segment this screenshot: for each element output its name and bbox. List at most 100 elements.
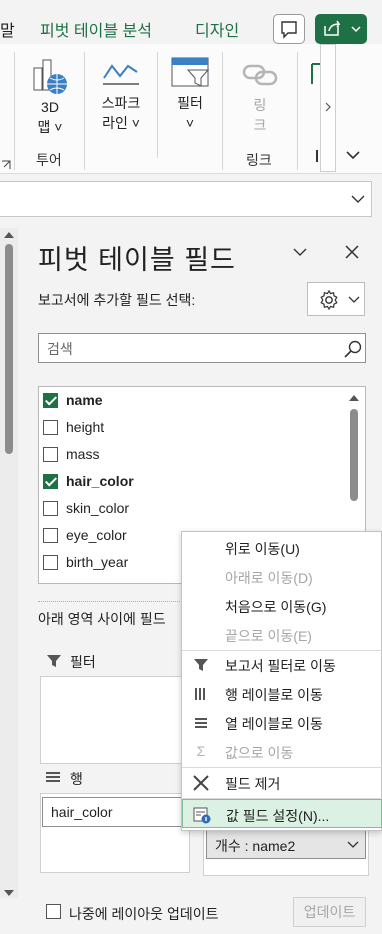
group-label-link: 링크 (246, 152, 272, 168)
context-menu: 위로 이동(U) 아래로 이동(D) 처음으로 이동(G) 끝으로 이동(E) … (181, 531, 382, 831)
checkbox[interactable] (43, 500, 58, 516)
filter-button[interactable]: 필터 ˅ (168, 54, 212, 154)
link-label-1: 링 (253, 97, 267, 113)
group-label-tour: 투어 (36, 152, 62, 168)
scrollbar-thumb[interactable] (5, 244, 13, 454)
scroll-down-arrow-icon[interactable] (3, 888, 15, 898)
share-button[interactable] (315, 14, 367, 44)
menu-item-value-field-settings[interactable]: 값 필드 설정(N)... (182, 799, 382, 828)
rows-area-label: 행 (70, 771, 83, 787)
menu-item-label: 값 필드 설정(N)... (226, 808, 330, 824)
field-item-height[interactable]: height (43, 414, 343, 440)
gear-icon (320, 289, 338, 311)
field-list-scroll-thumb[interactable] (350, 409, 358, 501)
chevron-right-icon (325, 102, 331, 112)
row-labels-icon (195, 688, 205, 700)
filter-icon (194, 659, 208, 671)
share-icon (324, 20, 361, 36)
map3d-button[interactable]: 3D 맵 ˅ (30, 54, 70, 154)
formula-bar[interactable] (0, 181, 372, 217)
menu-item-label: 처음으로 이동(G) (225, 599, 327, 615)
filter-table-icon (171, 57, 210, 87)
menu-item-label: 행 레이블로 이동 (225, 687, 323, 703)
menu-item-move-to-column-labels[interactable]: 열 레이블로 이동 (182, 708, 382, 737)
filter-area-label: 필터 (70, 654, 96, 670)
checkbox[interactable] (43, 446, 58, 462)
link-icon (242, 64, 278, 86)
search-icon[interactable] (343, 339, 363, 359)
sparkline-icon (103, 64, 139, 85)
scroll-up-arrow-icon[interactable] (348, 393, 360, 403)
link-button[interactable]: 링 크 (238, 54, 282, 154)
menu-item-label: 끝으로 이동(E) (225, 628, 312, 644)
field-item-mass[interactable]: mass (43, 441, 343, 467)
filter-label-1: 필터 (177, 95, 203, 111)
field-search-input[interactable]: 검색 (38, 333, 366, 363)
field-layout-options-button[interactable] (307, 282, 365, 316)
ribbon-divider (14, 52, 15, 170)
defer-update-checkbox[interactable] (46, 904, 61, 919)
ribbon-divider (297, 52, 298, 170)
menu-item-move-to-row-labels[interactable]: 행 레이블로 이동 (182, 679, 382, 708)
tab-pivot-analyze[interactable]: 피벗 테이블 분석 (40, 17, 152, 41)
sparkline-label-2: 라인 ˅ (102, 115, 140, 131)
ribbon-divider (157, 52, 158, 158)
menu-item-move-up[interactable]: 위로 이동(U) (182, 533, 382, 562)
map3d-label-2: 맵 ˅ (37, 119, 63, 135)
menu-item-move-down[interactable]: 아래로 이동(D) (182, 562, 382, 591)
sparkline-button[interactable]: 스파크 라인 ˅ (95, 54, 147, 154)
defer-update-label: 나중에 레이아웃 업데이트 (69, 906, 219, 922)
comment-button[interactable] (273, 14, 305, 44)
tab-partial[interactable]: 말 (0, 17, 15, 41)
ribbon-tab-bar: 말 피벗 테이블 분석 디자인 (0, 0, 382, 44)
filter-drop-area[interactable] (40, 676, 190, 764)
field-label: hair_color (66, 473, 134, 489)
field-label: height (66, 419, 105, 435)
rows-icon (46, 772, 60, 782)
drag-fields-message: 아래 영역 사이에 필드 (38, 611, 166, 627)
comment-icon (281, 21, 297, 39)
globe-map-icon (33, 59, 67, 94)
checkbox[interactable] (43, 419, 58, 435)
checkbox[interactable] (43, 554, 58, 570)
menu-item-label: 보고서 필터로 이동 (225, 658, 336, 674)
chevron-down-icon[interactable] (347, 840, 359, 850)
ribbon: 3D 맵 ˅ 투어 스파크 라인 ˅ 필터 ˅ 링 크 링크 (0, 44, 382, 174)
remove-x-icon (193, 775, 209, 791)
search-placeholder: 검색 (47, 341, 73, 357)
menu-item-remove-field[interactable]: 필드 제거 (182, 768, 382, 797)
update-button[interactable]: 업데이트 (293, 897, 366, 927)
menu-item-label: 아래로 이동(D) (225, 570, 313, 586)
field-item-hair-color[interactable]: hair_color (43, 468, 343, 494)
pane-options-chevron-icon[interactable] (292, 246, 308, 258)
menu-item-move-to-report-filter[interactable]: 보고서 필터로 이동 (182, 650, 382, 679)
menu-item-label: 열 레이블로 이동 (225, 716, 323, 732)
field-item-name[interactable]: name (43, 387, 343, 413)
collapse-ribbon-icon[interactable] (344, 148, 362, 162)
tab-design[interactable]: 디자인 (195, 17, 239, 41)
map3d-label-1: 3D (41, 99, 59, 115)
menu-item-move-to-beginning[interactable]: 처음으로 이동(G) (182, 591, 382, 620)
checkbox-checked[interactable] (43, 392, 58, 408)
pane-title: 피벗 테이블 필드 (38, 245, 236, 275)
field-label: eye_color (66, 527, 127, 543)
value-field-item[interactable]: 개수 : name2 (206, 829, 366, 859)
field-label: skin_color (66, 500, 130, 516)
field-settings-icon (193, 807, 211, 824)
ribbon-scroll-right-button[interactable] (320, 44, 336, 172)
dialog-launcher-icon[interactable] (0, 159, 14, 171)
field-item-skin-color[interactable]: skin_color (43, 495, 343, 521)
row-field-item[interactable]: hair_color (42, 797, 190, 827)
checkbox-checked[interactable] (43, 473, 58, 489)
checkbox[interactable] (43, 527, 58, 543)
menu-item-label: 값으로 이동 (225, 745, 294, 761)
filter-icon (47, 655, 61, 667)
menu-item-move-to-end[interactable]: 끝으로 이동(E) (182, 620, 382, 649)
menu-item-move-to-values[interactable]: Σ 값으로 이동 (182, 737, 382, 766)
scroll-up-arrow-icon[interactable] (3, 230, 15, 240)
close-icon[interactable] (344, 244, 360, 260)
sigma-icon: Σ (196, 743, 206, 759)
chevron-down-icon[interactable] (350, 192, 366, 206)
value-field-label: 개수 : name2 (215, 838, 296, 854)
chevron-down-icon (348, 296, 360, 303)
